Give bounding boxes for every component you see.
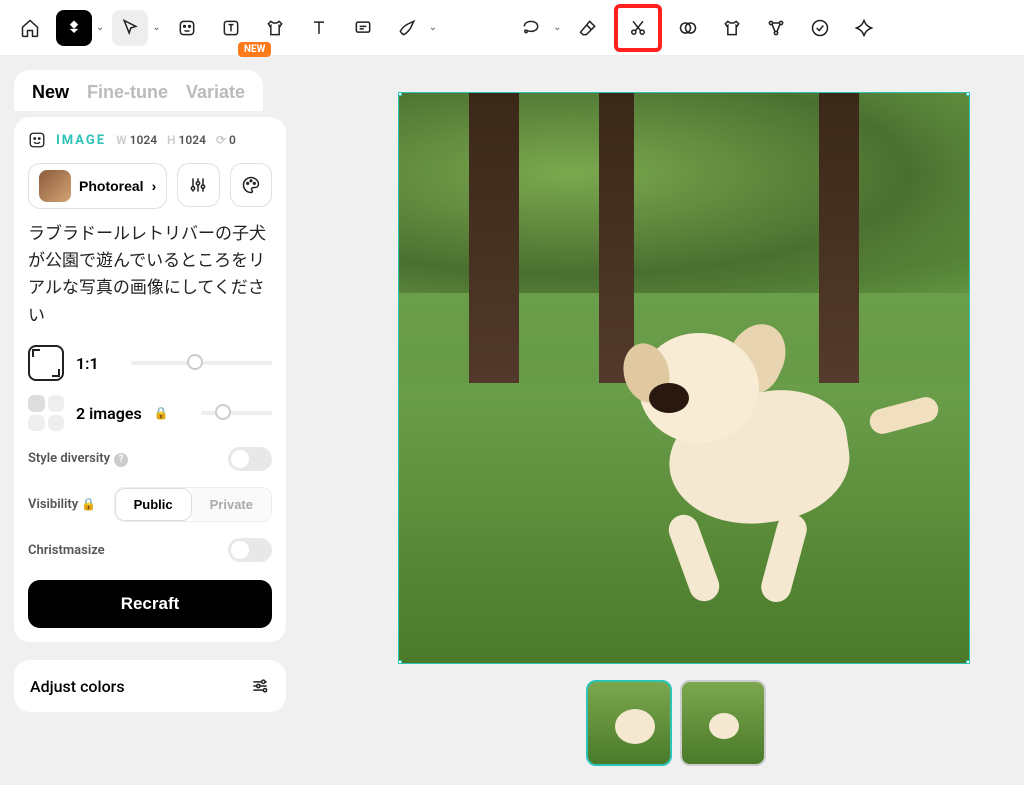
christmasize-label: Christmasize	[28, 543, 105, 558]
images-count-label: 2 images	[76, 404, 142, 423]
top-toolbar: ⌄ ⌄ ⌄ ⌄	[0, 0, 1024, 56]
text-tool[interactable]	[301, 10, 337, 46]
pointer-tool[interactable]	[112, 10, 148, 46]
tab-variate[interactable]: Variate	[186, 82, 245, 103]
image-type-icon	[28, 131, 46, 149]
dog-subject	[629, 293, 909, 573]
check-tool[interactable]	[802, 10, 838, 46]
lock-icon-2: 🔒	[81, 497, 96, 511]
home-button[interactable]	[12, 10, 48, 46]
h-value: 1024	[179, 133, 206, 147]
resize-handle-br[interactable]	[966, 660, 970, 664]
adjust-colors-label: Adjust colors	[30, 677, 125, 696]
logo-chevron-icon[interactable]: ⌄	[96, 22, 104, 33]
visibility-label: Visibility	[28, 497, 78, 512]
vector-tool[interactable]	[758, 10, 794, 46]
face-tool[interactable]	[169, 10, 205, 46]
resize-handle-tr[interactable]	[966, 92, 970, 96]
thumbnail-2[interactable]	[680, 680, 766, 766]
style-selector[interactable]: Photoreal ›	[28, 163, 167, 209]
ratio-slider[interactable]	[131, 361, 272, 365]
style-diversity-toggle[interactable]	[228, 447, 272, 471]
palette-button[interactable]	[230, 163, 272, 207]
blend-tool[interactable]	[670, 10, 706, 46]
left-panel: New Fine-tune Variate IMAGE W 1024 H 102…	[0, 56, 300, 785]
images-count-icon[interactable]	[28, 395, 64, 431]
mode-tabs: New Fine-tune Variate	[14, 70, 263, 111]
c-value: 0	[229, 133, 236, 147]
visibility-segment: Public Private	[114, 487, 272, 522]
w-value: 1024	[130, 133, 157, 147]
c-label: ⟳	[216, 133, 226, 147]
thumbnail-1[interactable]	[586, 680, 672, 766]
style-avatar	[39, 170, 71, 202]
tab-new[interactable]: New	[32, 82, 69, 103]
visibility-private[interactable]: Private	[192, 488, 271, 521]
cut-tool[interactable]	[614, 4, 662, 52]
canvas-area[interactable]	[300, 56, 1024, 785]
chevron-right-icon: ›	[152, 178, 157, 194]
adjust-colors-card[interactable]: Adjust colors	[14, 660, 286, 712]
help-icon[interactable]: ?	[114, 453, 128, 467]
tab-fine-tune[interactable]: Fine-tune	[87, 82, 168, 103]
christmasize-toggle[interactable]: ❄	[228, 538, 272, 562]
eraser-tool[interactable]	[570, 10, 606, 46]
lock-icon: 🔒	[154, 406, 169, 420]
prompt-input[interactable]	[28, 221, 272, 321]
magic-tool[interactable]	[846, 10, 882, 46]
image-label: IMAGE	[56, 133, 106, 148]
style-name: Photoreal	[79, 178, 144, 194]
comment-tool[interactable]	[345, 10, 381, 46]
snowflake-icon: ❄	[232, 543, 243, 558]
w-label: W	[116, 133, 127, 147]
new-badge: NEW	[238, 42, 271, 57]
adjust-icon	[250, 676, 270, 696]
sliders-button[interactable]	[177, 163, 219, 207]
shirt-tool[interactable]	[257, 10, 293, 46]
images-slider[interactable]	[201, 411, 272, 415]
brush-tool[interactable]	[389, 10, 425, 46]
pointer-chevron-icon[interactable]: ⌄	[152, 22, 160, 33]
lasso-chevron-icon[interactable]: ⌄	[553, 22, 561, 33]
lasso-tool[interactable]	[513, 10, 549, 46]
ratio-label: 1:1	[76, 354, 99, 373]
thumbnails	[586, 680, 766, 766]
text-box-tool[interactable]	[213, 10, 249, 46]
h-label: H	[167, 133, 176, 147]
resize-handle-bl[interactable]	[398, 660, 402, 664]
visibility-public[interactable]: Public	[115, 488, 192, 521]
aspect-ratio-icon[interactable]	[28, 345, 64, 381]
generated-image[interactable]	[398, 92, 970, 664]
resize-handle-tl[interactable]	[398, 92, 402, 96]
recraft-button[interactable]: Recraft	[28, 580, 272, 628]
generate-card: IMAGE W 1024 H 1024 ⟳ 0 Photoreal › 1:1	[14, 117, 286, 642]
logo-button[interactable]	[56, 10, 92, 46]
style-diversity-label: Style diversity	[28, 451, 110, 466]
brush-chevron-icon[interactable]: ⌄	[429, 22, 437, 33]
shirt-tool-2[interactable]	[714, 10, 750, 46]
